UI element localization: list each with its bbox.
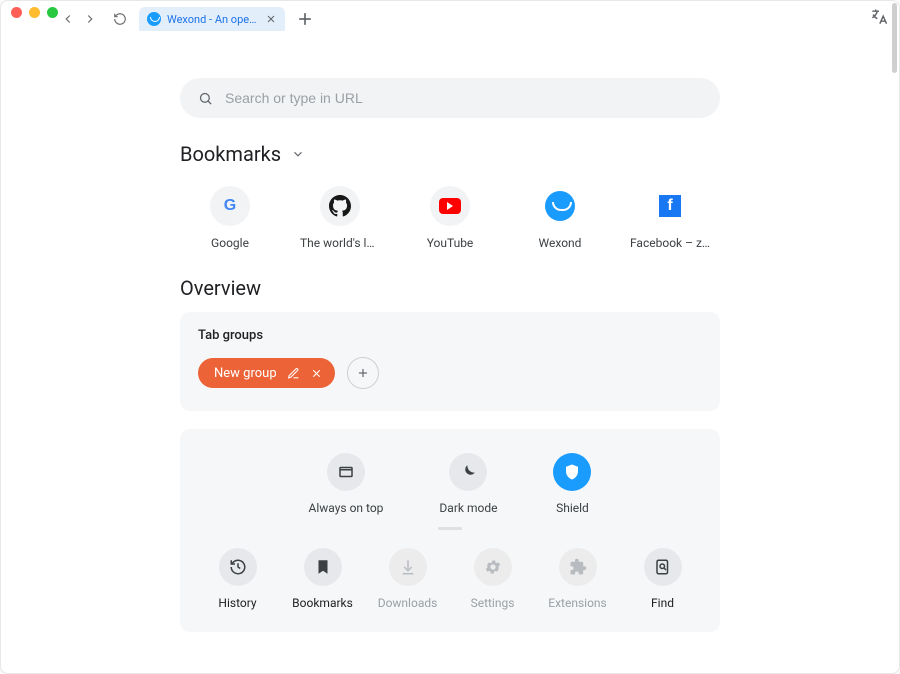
- history-icon: [229, 558, 247, 576]
- tab-groups-title: Tab groups: [198, 328, 702, 343]
- download-icon: [399, 558, 417, 576]
- tool-label: History: [218, 596, 256, 610]
- facebook-icon: f: [650, 186, 690, 226]
- close-window-button[interactable]: [11, 7, 22, 18]
- bookmark-label: Google: [211, 236, 249, 250]
- bookmark-icon: [314, 558, 332, 576]
- tool-bookmarks[interactable]: Bookmarks: [283, 548, 362, 610]
- bookmark-youtube[interactable]: YouTube: [400, 186, 500, 250]
- bookmark-google[interactable]: G Google: [180, 186, 280, 250]
- tool-find[interactable]: Find: [623, 548, 702, 610]
- toggle-label: Dark mode: [439, 501, 497, 515]
- chevron-down-icon: [291, 147, 305, 161]
- plus-icon: [356, 366, 370, 380]
- wexond-large-icon: [540, 186, 580, 226]
- quick-panel: Always on top Dark mode Shield: [180, 429, 720, 632]
- drag-handle[interactable]: [438, 527, 462, 530]
- tool-label: Find: [651, 596, 674, 610]
- overview-header: Overview: [180, 276, 720, 300]
- github-icon: [320, 186, 360, 226]
- add-tab-group-button[interactable]: [347, 357, 379, 389]
- window-icon: [337, 463, 355, 481]
- bookmark-label: The world's lead…: [300, 236, 380, 250]
- edit-icon: [287, 367, 300, 380]
- bookmark-label: Facebook – zal…: [630, 236, 710, 250]
- google-icon: G: [210, 186, 250, 226]
- tool-extensions[interactable]: Extensions: [538, 548, 617, 610]
- tool-label: Downloads: [378, 596, 438, 610]
- tab-group-pill[interactable]: New group: [198, 358, 335, 388]
- scrollbar-thumb[interactable]: [892, 3, 897, 73]
- bookmarks-header-label: Bookmarks: [180, 142, 281, 166]
- gear-icon: [484, 558, 502, 576]
- tool-label: Bookmarks: [292, 596, 353, 610]
- bookmark-label: YouTube: [427, 236, 474, 250]
- toggle-always-on-top[interactable]: Always on top: [309, 453, 384, 515]
- minimize-window-button[interactable]: [29, 7, 40, 18]
- bookmark-wexond[interactable]: Wexond: [510, 186, 610, 250]
- bookmark-github[interactable]: The world's lead…: [290, 186, 390, 250]
- puzzle-icon: [569, 558, 587, 576]
- shield-icon: [563, 463, 581, 481]
- address-bar[interactable]: [180, 78, 720, 118]
- bookmark-label: Wexond: [539, 236, 582, 250]
- tab-group-name: New group: [214, 366, 277, 381]
- bookmarks-grid: G Google The world's lead… YouTube: [180, 186, 720, 250]
- moon-icon: [459, 463, 477, 481]
- toggle-shield[interactable]: Shield: [553, 453, 591, 515]
- search-icon: [198, 91, 213, 106]
- scrollbar[interactable]: [889, 3, 897, 671]
- tool-label: Extensions: [548, 596, 606, 610]
- traffic-lights: [11, 7, 58, 18]
- find-icon: [654, 558, 672, 576]
- toggle-label: Shield: [556, 501, 589, 515]
- tool-settings[interactable]: Settings: [453, 548, 532, 610]
- tool-label: Settings: [471, 596, 515, 610]
- bookmarks-section-toggle[interactable]: Bookmarks: [180, 142, 720, 166]
- tool-history[interactable]: History: [198, 548, 277, 610]
- youtube-icon: [430, 186, 470, 226]
- tool-downloads[interactable]: Downloads: [368, 548, 447, 610]
- toggle-dark-mode[interactable]: Dark mode: [439, 453, 497, 515]
- bookmark-facebook[interactable]: f Facebook – zal…: [620, 186, 720, 250]
- toggle-label: Always on top: [309, 501, 384, 515]
- close-icon[interactable]: [310, 367, 323, 380]
- search-input[interactable]: [223, 89, 702, 107]
- tab-groups-card: Tab groups New group: [180, 312, 720, 411]
